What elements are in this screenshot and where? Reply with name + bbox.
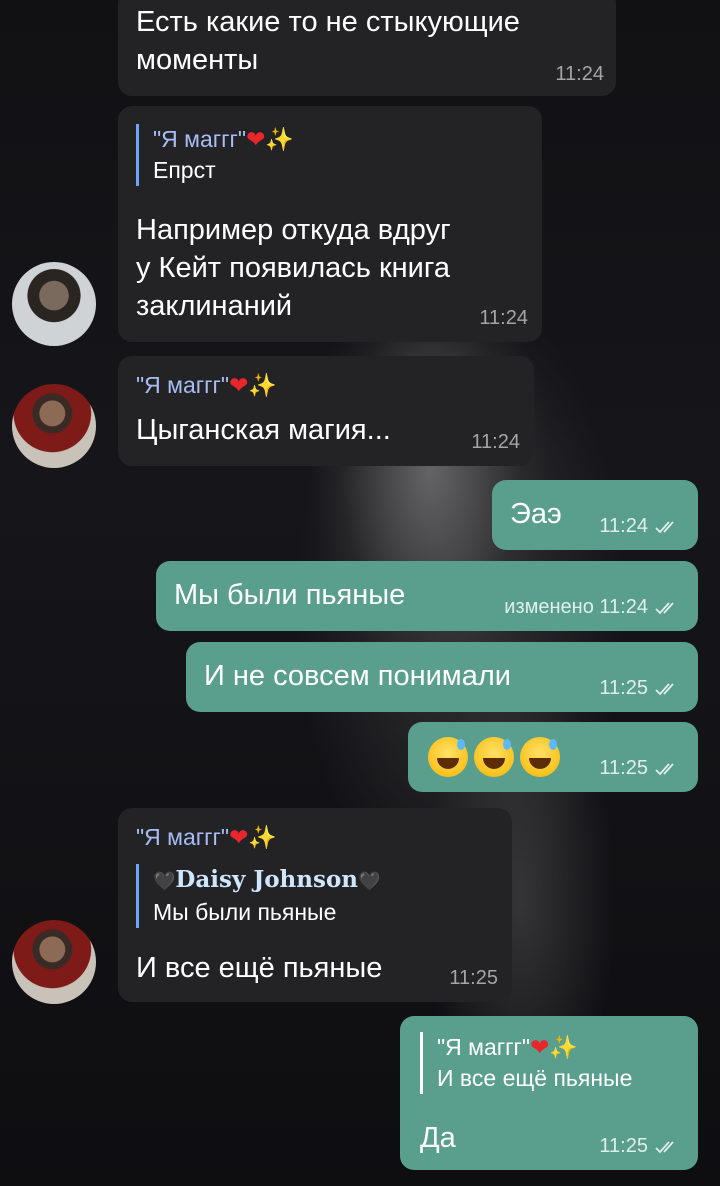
message-text: у Кейт появилась книга — [136, 252, 450, 284]
message-bubble[interactable]: 11:25 — [408, 722, 698, 792]
quote-text: Мы были пьяные — [153, 899, 337, 925]
double-check-icon — [655, 521, 674, 534]
message-time: 11:24 — [599, 515, 682, 538]
quote-author: Daisy Johnson — [175, 866, 359, 893]
message-bubble[interactable]: "Я маггг"❤✨ Цыганская магия... 11:24 — [118, 356, 534, 466]
time-label: 11:24 — [599, 596, 648, 618]
message-bubble[interactable]: Есть какие то не стыкующие моменты 11:24 — [118, 0, 616, 96]
message-time: 11:24 — [479, 307, 528, 329]
heart-icon: ❤ — [229, 372, 249, 398]
message-time: изменено 11:24 — [504, 596, 682, 619]
message-time: 11:25 — [599, 1135, 682, 1158]
message-bubble[interactable]: Эаэ 11:24 — [492, 480, 698, 550]
reply-quote[interactable]: 🖤Daisy Johnson🖤 Мы были пьяные — [136, 864, 380, 928]
message-text: И все ещё пьяные — [136, 952, 383, 984]
time-label: 11:25 — [599, 757, 648, 779]
double-check-icon — [655, 602, 674, 615]
message-text: Например откуда вдруг — [136, 214, 451, 246]
message-text: Мы были пьяные — [174, 579, 406, 611]
quote-author: "Я маггг" — [153, 126, 247, 152]
message-bubble[interactable]: И не совсем понимали 11:25 — [186, 642, 698, 712]
quote-text: Епрст — [153, 157, 216, 183]
message-text: заклинаний — [136, 290, 293, 322]
avatar[interactable] — [12, 262, 96, 346]
heart-icon: ❤ — [530, 1034, 550, 1060]
time-label: 11:25 — [599, 1135, 648, 1157]
message-time: 11:25 — [449, 967, 498, 989]
time-label: 11:25 — [599, 677, 648, 699]
grinning-sweat-emoji-icon — [520, 737, 560, 777]
double-check-icon — [655, 763, 674, 776]
sparkles-icon: ✨ — [549, 1034, 579, 1060]
message-time: 11:24 — [471, 431, 520, 453]
message-time: 11:25 — [599, 757, 682, 780]
sender-name: "Я маггг"❤✨ — [136, 824, 277, 851]
message-bubble[interactable]: "Я маггг"❤✨ 🖤Daisy Johnson🖤 Мы были пьян… — [118, 808, 512, 1002]
sparkles-icon: ✨ — [248, 372, 278, 398]
heart-icon: ❤ — [246, 126, 266, 152]
heart-icon: ❤ — [229, 824, 249, 850]
reply-quote[interactable]: "Я маггг"❤✨ И все ещё пьяные — [420, 1032, 632, 1094]
black-heart-icon: 🖤 — [153, 871, 176, 891]
quote-text: И все ещё пьяные — [437, 1065, 633, 1091]
sender-label: "Я маггг" — [136, 372, 230, 398]
message-text: И не совсем понимали — [204, 660, 511, 692]
message-text: моменты — [136, 44, 259, 76]
sparkles-icon: ✨ — [248, 824, 278, 850]
message-text: Эаэ — [510, 498, 562, 530]
black-heart-icon: 🖤 — [358, 871, 381, 891]
reply-quote[interactable]: "Я маггг"❤✨ Епрст — [136, 124, 294, 186]
message-time: 11:25 — [599, 677, 682, 700]
avatar[interactable] — [12, 920, 96, 1004]
message-bubble[interactable]: "Я маггг"❤✨ И все ещё пьяные Да 11:25 — [400, 1016, 698, 1170]
message-text: Да — [420, 1122, 456, 1154]
grinning-sweat-emoji-icon — [428, 737, 468, 777]
emoji-row — [428, 737, 566, 782]
double-check-icon — [655, 683, 674, 696]
sparkles-icon: ✨ — [265, 126, 295, 152]
sender-label: "Я маггг" — [136, 824, 230, 850]
message-time: 11:24 — [555, 63, 604, 85]
message-text: Есть какие то не стыкующие — [136, 6, 520, 38]
quote-author: "Я маггг" — [437, 1034, 531, 1060]
time-label: 11:24 — [599, 515, 648, 537]
avatar[interactable] — [12, 384, 96, 468]
message-bubble[interactable]: Мы были пьяные изменено 11:24 — [156, 561, 698, 631]
sender-name: "Я маггг"❤✨ — [136, 372, 277, 399]
message-text: Цыганская магия... — [136, 414, 391, 446]
double-check-icon — [655, 1141, 674, 1154]
edited-label: изменено — [504, 596, 594, 618]
grinning-sweat-emoji-icon — [474, 737, 514, 777]
message-bubble[interactable]: "Я маггг"❤✨ Епрст Например откуда вдруг … — [118, 106, 542, 342]
